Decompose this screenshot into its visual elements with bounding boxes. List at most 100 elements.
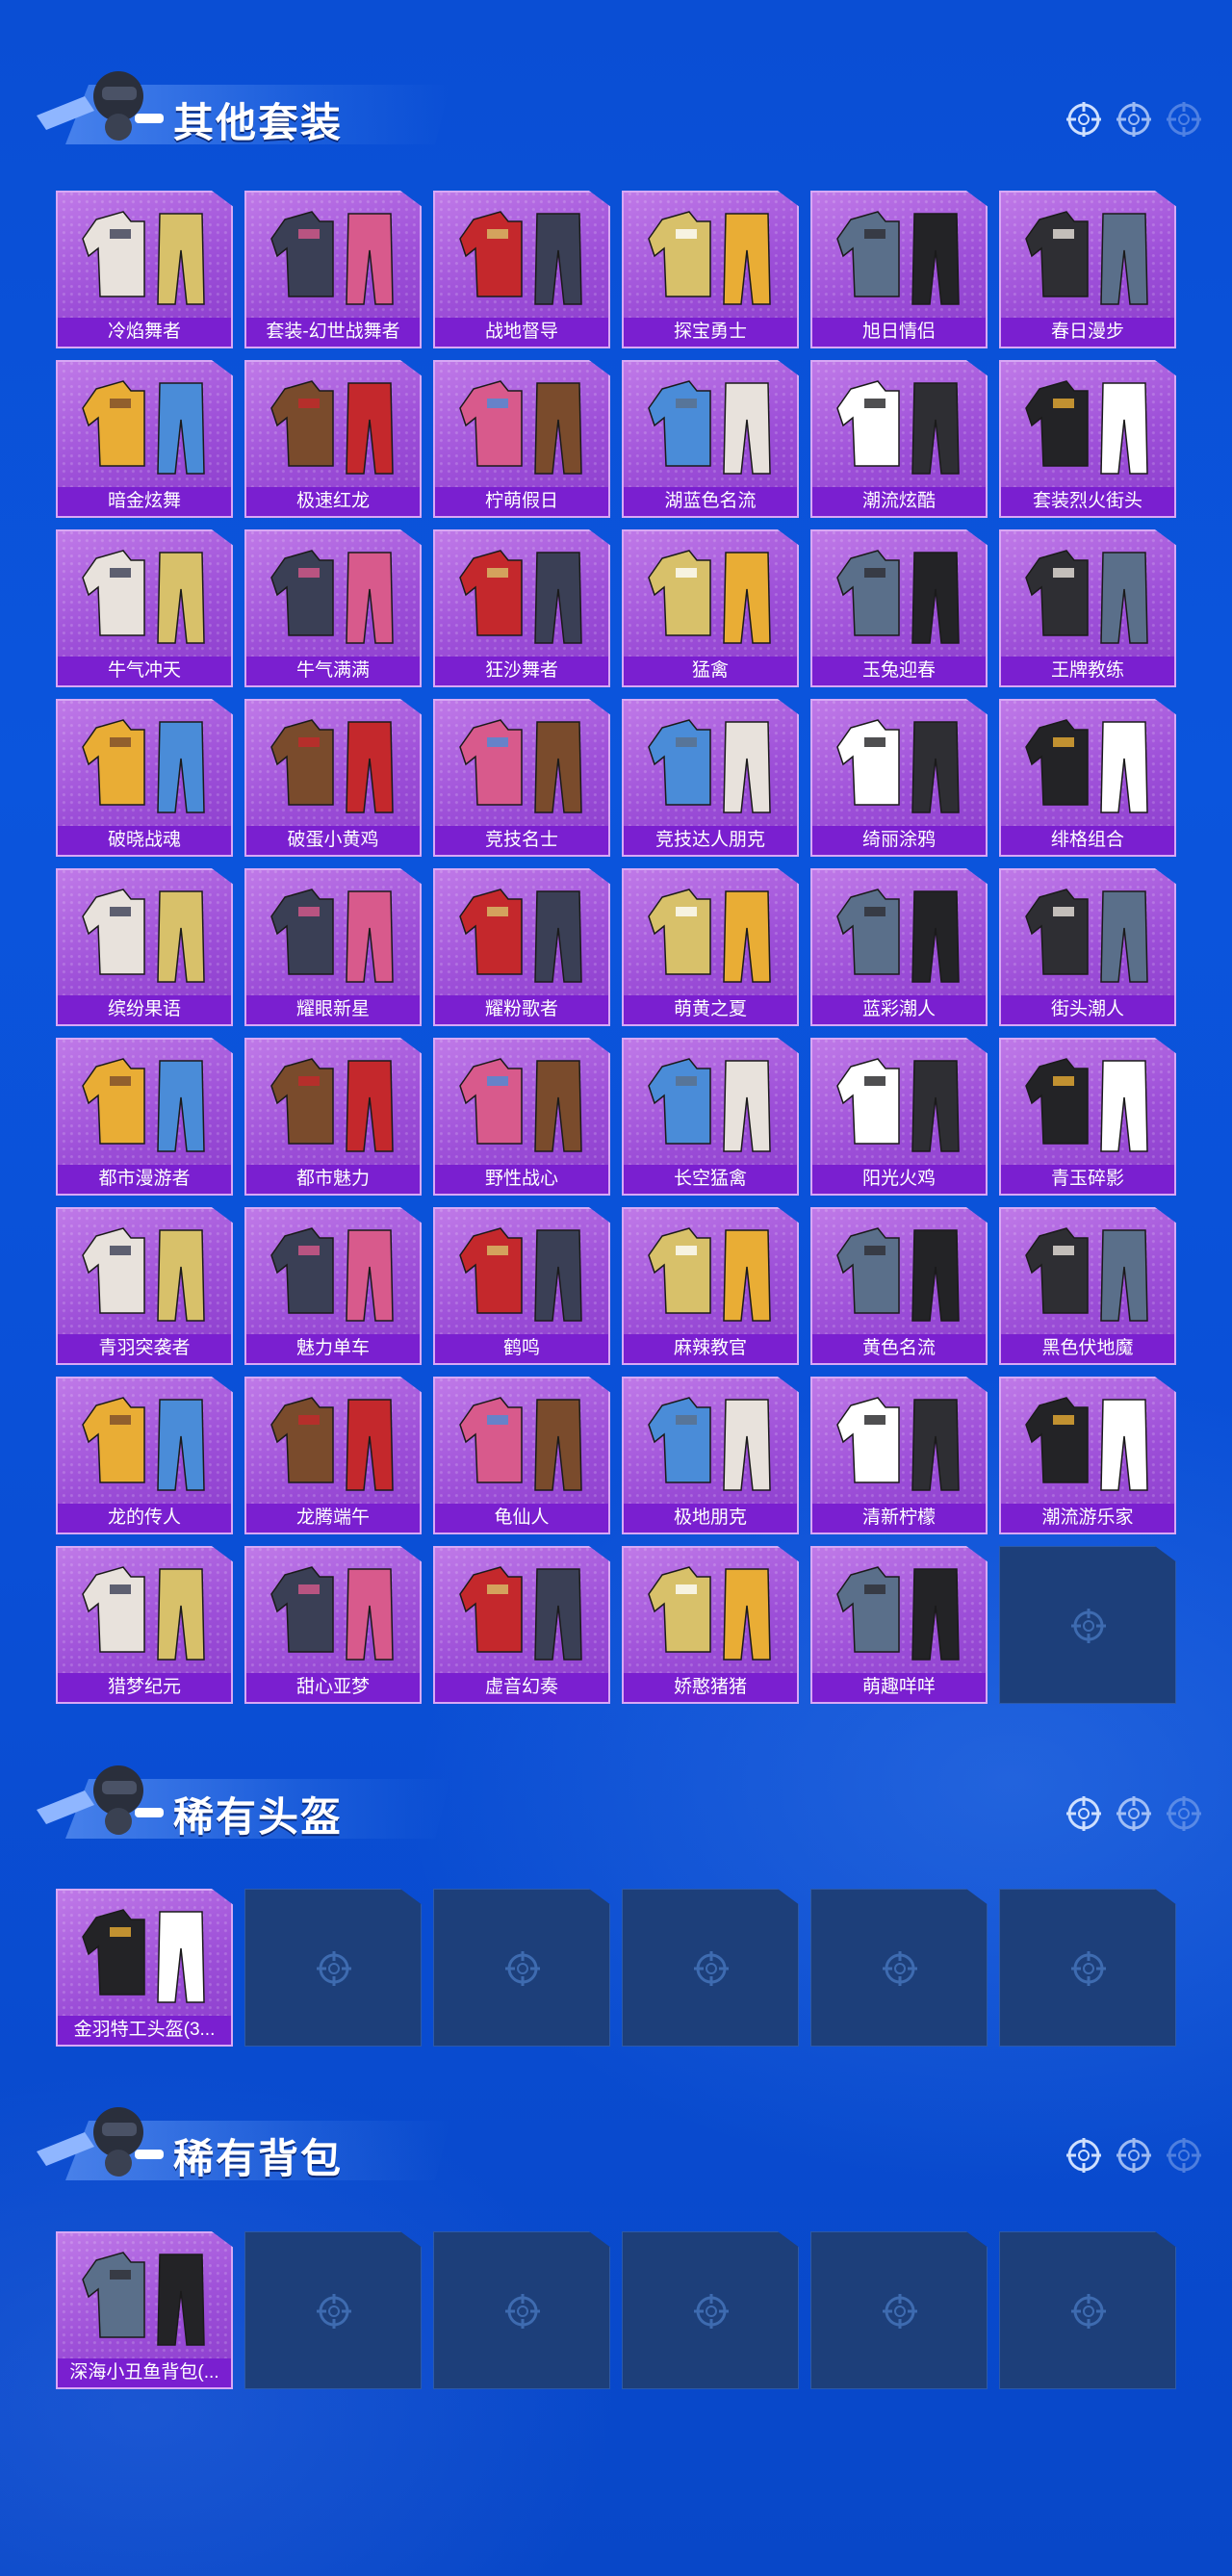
item-tile[interactable]: 湖蓝色名流	[622, 360, 799, 518]
item-name: 缤纷果语	[58, 995, 231, 1024]
item-name: 都市漫游者	[58, 1165, 231, 1194]
item-name: 龟仙人	[435, 1504, 608, 1533]
item-tile[interactable]: 阳光火鸡	[810, 1038, 988, 1196]
item-tile[interactable]: 探宝勇士	[622, 191, 799, 348]
item-tile[interactable]: 潮流游乐家	[999, 1377, 1176, 1534]
item-tile[interactable]: 黑色伏地魔	[999, 1207, 1176, 1365]
item-name: 长空猛禽	[624, 1165, 797, 1194]
item-name: 都市魅力	[246, 1165, 420, 1194]
item-tile[interactable]: 娇憨猪猪	[622, 1546, 799, 1704]
item-name: 龙腾端午	[246, 1504, 420, 1533]
crosshair-icon	[1116, 1796, 1151, 1831]
crosshair-icon	[1116, 2138, 1151, 2173]
helmets-header: 稀有头盔	[27, 1752, 1220, 1848]
outfit-art-icon	[270, 889, 394, 983]
item-tile[interactable]: 极地朋克	[622, 1377, 799, 1534]
item-tile[interactable]: 甜心亚梦	[244, 1546, 422, 1704]
item-tile[interactable]: 王牌教练	[999, 529, 1176, 687]
item-tile[interactable]: 竞技达人朋克	[622, 699, 799, 857]
item-name: 破晓战魂	[58, 826, 231, 855]
item-tile[interactable]: 魅力单车	[244, 1207, 422, 1365]
item-name: 套装-幻世战舞者	[246, 318, 420, 347]
item-tile[interactable]: 柠萌假日	[433, 360, 610, 518]
item-tile[interactable]: 都市漫游者	[56, 1038, 233, 1196]
item-tile[interactable]: 深海小丑鱼背包(...	[56, 2231, 233, 2389]
item-tile[interactable]: 麻辣教官	[622, 1207, 799, 1365]
item-tile[interactable]: 龟仙人	[433, 1377, 610, 1534]
item-name: 极速红龙	[246, 487, 420, 516]
crosshair-icon	[505, 2294, 540, 2329]
outfit-art-icon	[82, 1058, 205, 1152]
crosshair-icon	[694, 1951, 729, 1986]
item-name: 清新柠檬	[812, 1504, 986, 1533]
item-tile[interactable]: 绯格组合	[999, 699, 1176, 857]
item-tile[interactable]: 破晓战魂	[56, 699, 233, 857]
item-name: 黑色伏地魔	[1001, 1334, 1174, 1363]
outfit-art-icon	[270, 1058, 394, 1152]
item-tile[interactable]: 青玉碎影	[999, 1038, 1176, 1196]
item-name: 竞技名士	[435, 826, 608, 855]
item-tile[interactable]: 玉兔迎春	[810, 529, 988, 687]
item-name: 鹤鸣	[435, 1334, 608, 1363]
item-name: 湖蓝色名流	[624, 487, 797, 516]
item-name: 耀眼新星	[246, 995, 420, 1024]
item-name: 萌趣咩咩	[812, 1673, 986, 1702]
item-tile[interactable]: 耀眼新星	[244, 868, 422, 1026]
item-tile[interactable]: 牛气满满	[244, 529, 422, 687]
outfit-art-icon	[270, 380, 394, 475]
item-tile[interactable]: 青羽突袭者	[56, 1207, 233, 1365]
item-tile[interactable]: 清新柠檬	[810, 1377, 988, 1534]
item-tile[interactable]: 破蛋小黄鸡	[244, 699, 422, 857]
item-tile[interactable]: 街头潮人	[999, 868, 1176, 1026]
item-tile[interactable]: 春日漫步	[999, 191, 1176, 348]
item-tile[interactable]: 鹤鸣	[433, 1207, 610, 1365]
item-tile[interactable]: 套装-幻世战舞者	[244, 191, 422, 348]
empty-slot	[622, 2231, 799, 2389]
item-tile[interactable]: 龙的传人	[56, 1377, 233, 1534]
item-tile[interactable]: 龙腾端午	[244, 1377, 422, 1534]
item-tile[interactable]: 猛禽	[622, 529, 799, 687]
item-tile[interactable]: 套装烈火街头	[999, 360, 1176, 518]
item-tile[interactable]: 缤纷果语	[56, 868, 233, 1026]
crosshair-icon	[694, 2294, 729, 2329]
crosshair-icon	[1071, 2294, 1106, 2329]
item-name: 魅力单车	[246, 1334, 420, 1363]
header-decor	[1065, 1794, 1203, 1833]
empty-slot	[999, 1889, 1176, 2047]
item-tile[interactable]: 萌黄之夏	[622, 868, 799, 1026]
crosshair-icon	[883, 1951, 917, 1986]
item-name: 绯格组合	[1001, 826, 1174, 855]
item-tile[interactable]: 冷焰舞者	[56, 191, 233, 348]
helmets-grid: 金羽特工头盔(3...	[56, 1889, 1176, 2047]
item-tile[interactable]: 虚音幻奏	[433, 1546, 610, 1704]
item-name: 阳光火鸡	[812, 1165, 986, 1194]
item-tile[interactable]: 猎梦纪元	[56, 1546, 233, 1704]
item-tile[interactable]: 绮丽涂鸦	[810, 699, 988, 857]
item-tile[interactable]: 蓝彩潮人	[810, 868, 988, 1026]
item-tile[interactable]: 狂沙舞者	[433, 529, 610, 687]
item-tile[interactable]: 旭日情侣	[810, 191, 988, 348]
item-tile[interactable]: 战地督导	[433, 191, 610, 348]
outfit-art-icon	[459, 550, 582, 644]
outfit-art-icon	[836, 889, 960, 983]
outfit-art-icon	[459, 889, 582, 983]
item-tile[interactable]: 极速红龙	[244, 360, 422, 518]
item-tile[interactable]: 长空猛禽	[622, 1038, 799, 1196]
item-tile[interactable]: 黄色名流	[810, 1207, 988, 1365]
item-tile[interactable]: 暗金炫舞	[56, 360, 233, 518]
item-tile[interactable]: 金羽特工头盔(3...	[56, 1889, 233, 2047]
crosshair-icon	[1167, 1796, 1201, 1831]
outfit-art-icon	[648, 1397, 771, 1491]
item-tile[interactable]: 都市魅力	[244, 1038, 422, 1196]
item-tile[interactable]: 耀粉歌者	[433, 868, 610, 1026]
item-tile[interactable]: 萌趣咩咩	[810, 1546, 988, 1704]
crosshair-icon	[317, 2294, 351, 2329]
item-tile[interactable]: 野性战心	[433, 1038, 610, 1196]
item-tile[interactable]: 竞技名士	[433, 699, 610, 857]
item-name: 战地督导	[435, 318, 608, 347]
item-tile[interactable]: 牛气冲天	[56, 529, 233, 687]
item-tile[interactable]: 潮流炫酷	[810, 360, 988, 518]
item-name: 麻辣教官	[624, 1334, 797, 1363]
empty-slot	[810, 2231, 988, 2389]
item-name: 牛气冲天	[58, 657, 231, 685]
